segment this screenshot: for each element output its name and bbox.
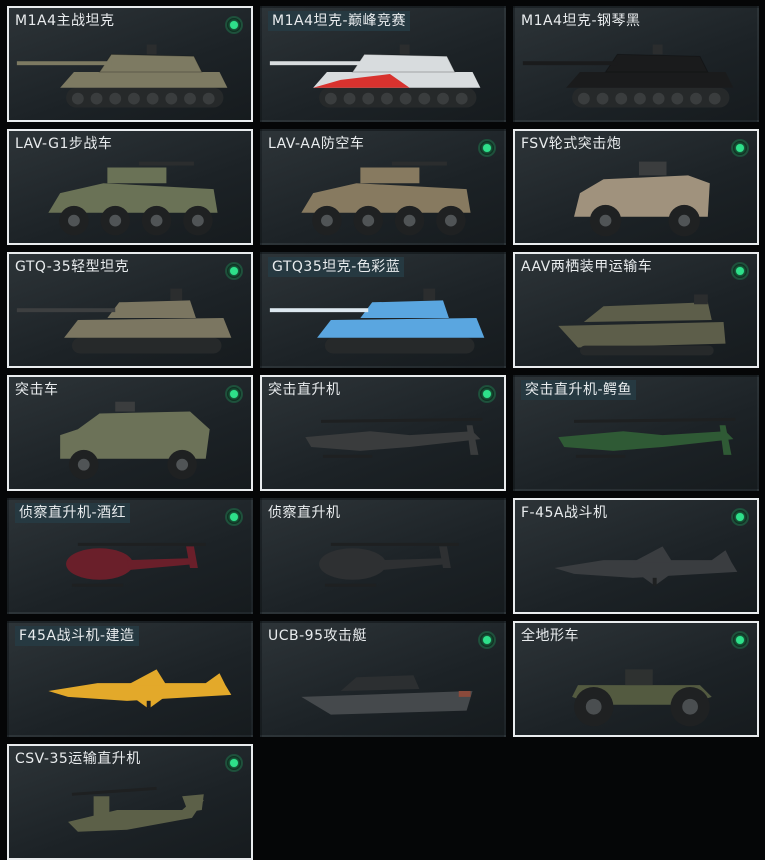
vehicle-card[interactable]: AAV两栖装甲运输车 (513, 252, 759, 368)
vehicle-card[interactable]: M1A4坦克-巅峰竞赛 (260, 6, 506, 122)
vehicle-name: 突击直升机-鳄鱼 (521, 380, 637, 400)
vehicle-card[interactable]: 突击直升机-鳄鱼 (513, 375, 759, 491)
helicopter-icon (305, 417, 483, 458)
vehicle-card[interactable]: GTQ-35轻型坦克 (7, 252, 253, 368)
vehicle-card[interactable]: FSV轮式突击炮 (513, 129, 759, 245)
jet-icon (48, 669, 232, 709)
vehicle-name: FSV轮式突击炮 (521, 136, 622, 152)
vehicle-name: LAV-G1步战车 (15, 136, 113, 152)
vehicle-name: GTQ35坦克-色彩蓝 (268, 257, 405, 277)
boat-icon (301, 675, 473, 715)
vehicle-card[interactable]: 侦察直升机-酒红 (7, 498, 253, 614)
vehicle-card[interactable]: F-45A战斗机 (513, 498, 759, 614)
vehicle-name: F-45A战斗机 (521, 505, 608, 521)
vehicle-card[interactable]: LAV-AA防空车 (260, 129, 506, 245)
atv-icon (572, 669, 712, 727)
vehicle-card[interactable]: CSV-35运输直升机 (7, 744, 253, 860)
assault-car-icon (60, 401, 210, 480)
amphibious-icon (558, 294, 726, 356)
vehicle-name: M1A4主战坦克 (15, 13, 115, 29)
vehicle-name: CSV-35运输直升机 (15, 751, 141, 767)
vehicle-name: LAV-AA防空车 (268, 136, 365, 152)
vehicle-grid: M1A4主战坦克 M1A4坦克-巅峰竞赛 M1A4坦克-钢琴黑 LAV-G1步战… (7, 6, 759, 860)
vehicle-name: 突击车 (15, 382, 59, 398)
vehicle-name: 侦察直升机 (268, 505, 341, 521)
helicopter-icon (558, 417, 736, 458)
vehicle-name: AAV两栖装甲运输车 (521, 259, 653, 275)
scout-heli-icon (319, 542, 459, 587)
vehicle-card[interactable]: LAV-G1步战车 (7, 129, 253, 245)
tank-icon (522, 44, 734, 108)
vehicle-name: M1A4坦克-钢琴黑 (521, 13, 641, 29)
vehicle-card[interactable]: F45A战斗机-建造 (7, 621, 253, 737)
jet-icon (554, 546, 738, 586)
vehicle-card[interactable]: 突击直升机 (260, 375, 506, 491)
vehicle-name: M1A4坦克-巅峰竞赛 (268, 11, 411, 31)
vehicle-card[interactable]: 侦察直升机 (260, 498, 506, 614)
apc-wheeled-icon (48, 161, 218, 236)
vehicle-card[interactable]: 突击车 (7, 375, 253, 491)
vehicle-name: UCB-95攻击艇 (268, 628, 367, 644)
vehicle-card[interactable]: 全地形车 (513, 621, 759, 737)
light-tank-icon (269, 288, 485, 354)
vehicle-card[interactable]: UCB-95攻击艇 (260, 621, 506, 737)
tank-icon (16, 44, 228, 108)
tank-icon (269, 44, 481, 108)
armored-car-icon (574, 161, 710, 237)
vehicle-name: 全地形车 (521, 628, 579, 644)
apc-wheeled-icon (301, 161, 471, 236)
tiltrotor-icon (68, 786, 204, 832)
vehicle-name: 侦察直升机-酒红 (15, 503, 131, 523)
vehicle-card[interactable]: M1A4坦克-钢琴黑 (513, 6, 759, 122)
vehicle-name: GTQ-35轻型坦克 (15, 259, 130, 275)
light-tank-icon (16, 288, 232, 354)
scout-heli-icon (66, 542, 206, 587)
vehicle-name: F45A战斗机-建造 (15, 626, 139, 646)
vehicle-card[interactable]: M1A4主战坦克 (7, 6, 253, 122)
vehicle-name: 突击直升机 (268, 382, 341, 398)
vehicle-card[interactable]: GTQ35坦克-色彩蓝 (260, 252, 506, 368)
